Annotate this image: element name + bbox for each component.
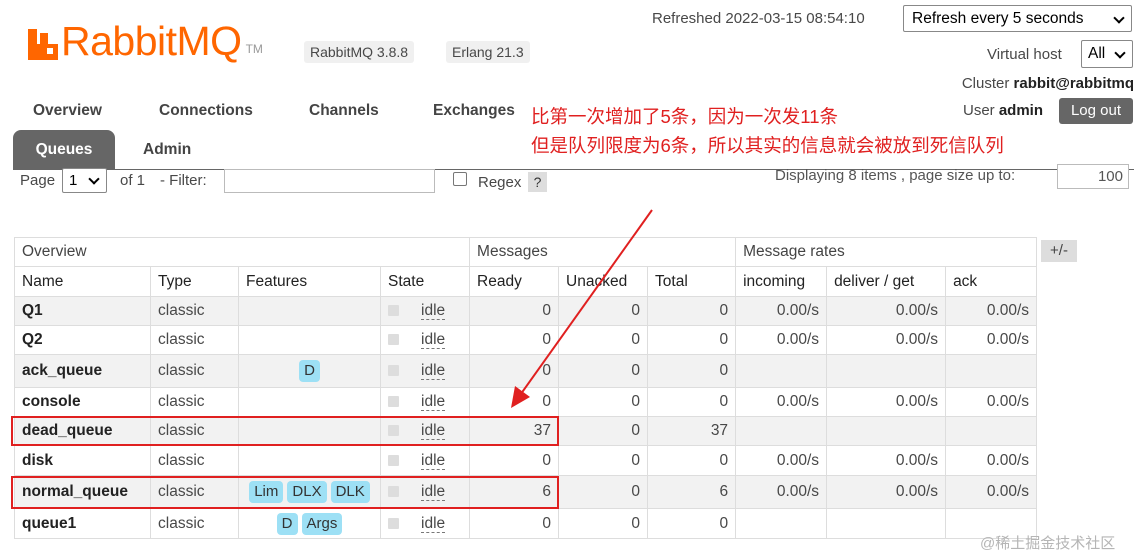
annotation-arrow	[511, 209, 653, 408]
watermark: @稀土掘金技术社区	[980, 535, 1116, 552]
